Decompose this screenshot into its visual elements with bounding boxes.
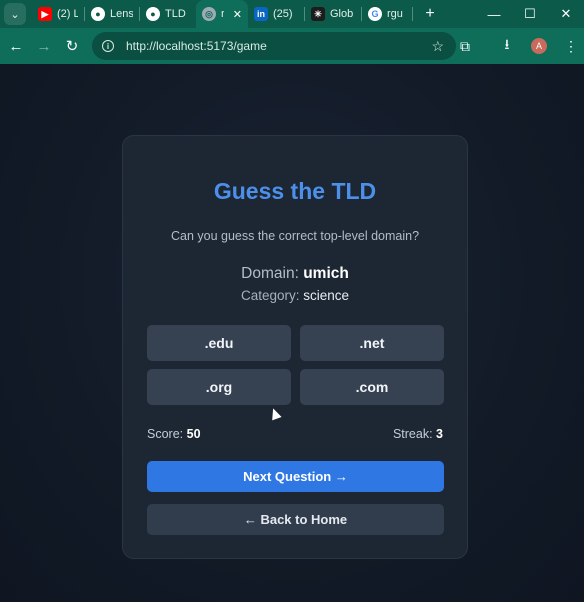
- toolbar-actions: ⧉ ⭳ A ⋮: [446, 28, 584, 64]
- linkedin-icon: in: [254, 7, 268, 21]
- arrow-left-icon: ←: [8, 37, 24, 55]
- browser-tab[interactable]: ● Lens: [85, 0, 139, 28]
- page-background: Guess the TLD Can you guess the correct …: [0, 64, 584, 602]
- browser-tab[interactable]: ● TLD-: [140, 0, 192, 28]
- back-button[interactable]: ←: [2, 32, 30, 60]
- streak-label: Streak:: [392, 427, 433, 441]
- option-button-net[interactable]: .net: [300, 325, 444, 361]
- maximize-icon[interactable]: ☐: [512, 0, 548, 28]
- minimize-icon[interactable]: —: [476, 0, 512, 28]
- game-subtitle: Can you guess the correct top-level doma…: [170, 229, 420, 243]
- category-line: Category: science: [123, 288, 467, 303]
- domain-line: Domain: umich: [123, 265, 467, 283]
- browser-toolbar: ← → ↻ i http://localhost:5173/game ☆ ⧉ ⭳…: [0, 28, 584, 64]
- reload-button[interactable]: ↻: [58, 32, 86, 60]
- arrow-right-icon: →: [36, 37, 52, 55]
- browser-tab-active[interactable]: ◎ r ✕: [196, 0, 248, 28]
- address-bar[interactable]: i http://localhost:5173/game ☆: [92, 32, 456, 60]
- more-menu-icon[interactable]: ⋮: [558, 33, 584, 59]
- option-button-edu[interactable]: .edu: [147, 325, 291, 361]
- browser-tab[interactable]: ▶ (2) Li: [32, 0, 84, 28]
- game-title: Guess the TLD: [213, 178, 377, 204]
- score-value: 50: [186, 427, 201, 441]
- youtube-icon: ▶: [38, 7, 52, 21]
- url-text: http://localhost:5173/game: [126, 39, 267, 53]
- tab-title: Lens: [110, 8, 133, 20]
- option-button-com[interactable]: .com: [300, 369, 444, 405]
- score-label: Score:: [147, 427, 184, 441]
- tab-separator: [412, 7, 413, 21]
- globe-icon: ◎: [202, 7, 216, 21]
- bookmark-star-icon[interactable]: ☆: [431, 38, 444, 55]
- chevron-down-icon: ⌄: [10, 8, 20, 21]
- github-icon: ●: [146, 7, 160, 21]
- close-window-icon[interactable]: ✕: [548, 0, 584, 28]
- tab-title: r: [221, 8, 224, 20]
- browser-tab[interactable]: G rgu: [362, 0, 412, 28]
- extensions-icon[interactable]: ⧉: [452, 33, 478, 59]
- github-icon: ●: [91, 7, 105, 21]
- option-button-org[interactable]: .org: [147, 369, 291, 405]
- tab-search-button[interactable]: ⌄: [4, 3, 26, 25]
- info-icon[interactable]: i: [102, 40, 114, 52]
- close-icon[interactable]: ✕: [233, 8, 242, 21]
- browser-tab[interactable]: in (25): [248, 0, 304, 28]
- forward-button[interactable]: →: [30, 32, 58, 60]
- score-display: Score: 50: [147, 427, 201, 441]
- google-icon: G: [368, 7, 382, 21]
- tab-title: Glob: [330, 8, 354, 20]
- window-controls: — ☐ ✕: [476, 0, 584, 28]
- domain-label: Domain:: [241, 265, 299, 282]
- tab-strip: ⌄ ▶ (2) Li ● Lens ● TLD- ◎ r ✕ in (25) ✳…: [0, 0, 584, 28]
- game-card: Guess the TLD Can you guess the correct …: [122, 135, 468, 559]
- category-value: science: [303, 288, 350, 303]
- next-question-button[interactable]: Next Question →: [147, 461, 444, 492]
- profile-button[interactable]: A: [526, 33, 552, 59]
- tab-title: (2) Li: [57, 8, 78, 20]
- browser-tab[interactable]: ✳ Glob: [305, 0, 361, 28]
- category-label: Category:: [240, 288, 300, 303]
- avatar: A: [531, 38, 547, 54]
- reload-icon: ↻: [65, 38, 79, 55]
- tab-title: (25): [273, 8, 293, 20]
- tab-title: rgu: [387, 8, 403, 20]
- download-icon[interactable]: ⭳: [494, 33, 520, 59]
- glob-icon: ✳: [311, 7, 325, 21]
- domain-value: umich: [303, 265, 349, 282]
- tab-title: TLD-: [165, 8, 186, 20]
- streak-value: 3: [436, 427, 443, 441]
- streak-display: Streak: 3: [393, 427, 443, 441]
- back-to-home-button[interactable]: ← Back to Home: [147, 504, 444, 535]
- new-tab-button[interactable]: +: [419, 5, 441, 23]
